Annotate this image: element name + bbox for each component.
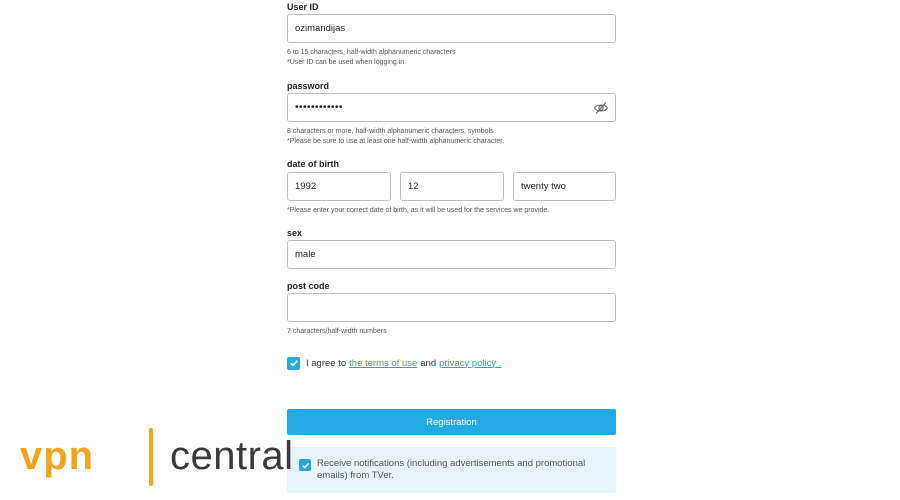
dob-day-field[interactable]: twenty two — [513, 172, 616, 201]
privacy-policy-suffix: . — [498, 357, 502, 369]
sex-value: male — [295, 249, 316, 260]
registration-button[interactable]: Registration — [287, 409, 616, 435]
postcode-hint: 7 characters/half-width numbers — [287, 328, 387, 335]
privacy-policy-link[interactable]: privacy policy . — [439, 358, 501, 369]
dob-year-field[interactable]: 1992 — [287, 172, 391, 201]
user-id-label: User ID — [287, 2, 319, 12]
agree-middle: and — [420, 357, 437, 369]
notification-checkbox[interactable] — [299, 459, 311, 471]
notification-text: Receive notifications (including adverti… — [317, 458, 586, 481]
dob-month-field[interactable]: 12 — [400, 172, 504, 201]
checkmark-icon — [301, 462, 309, 469]
password-label: password — [287, 81, 330, 91]
postcode-field[interactable] — [287, 293, 616, 322]
agree-row: I agree to the terms of use and privacy … — [287, 355, 501, 371]
postcode-label: post code — [287, 281, 330, 291]
password-field[interactable]: •••••••••••• — [287, 93, 616, 122]
agree-checkbox[interactable] — [287, 356, 300, 370]
dob-day-value: twenty two — [521, 181, 566, 192]
dob-year-value: 1992 — [295, 181, 317, 192]
password-note: *Please be sure to use at least one half… — [287, 138, 505, 145]
dob-label: date of birth — [287, 159, 339, 169]
vpncentral-watermark-logo: vpn central — [20, 424, 330, 490]
notification-optin-box: Receive notifications (including adverti… — [287, 447, 616, 493]
user-id-note: *User ID can be used when logging in. — [287, 59, 407, 66]
watermark-signal-bar-icon — [149, 428, 153, 486]
user-id-value: ozimandijas — [295, 23, 346, 34]
watermark-central-text: central — [170, 434, 294, 478]
user-id-hint: 6 to 15 characters, half-width alphanume… — [287, 49, 456, 56]
password-hint: 8 characters or more, half-width alphanu… — [287, 128, 494, 135]
privacy-policy-text: privacy policy — [439, 357, 497, 369]
sex-select[interactable]: male — [287, 240, 616, 269]
dob-hint: *Please enter your correct date of birth… — [287, 207, 550, 214]
dob-month-value: 12 — [408, 181, 419, 192]
password-value: •••••••••••• — [295, 102, 344, 113]
terms-of-use-link[interactable]: the terms of use — [349, 358, 417, 369]
checkmark-icon — [289, 360, 298, 367]
agree-prefix: I agree to — [306, 357, 347, 369]
sex-label: sex — [287, 228, 303, 238]
user-id-field[interactable]: ozimandijas — [287, 14, 616, 43]
watermark-vpn-text: vpn — [20, 434, 95, 478]
eye-slash-icon[interactable] — [593, 100, 609, 116]
